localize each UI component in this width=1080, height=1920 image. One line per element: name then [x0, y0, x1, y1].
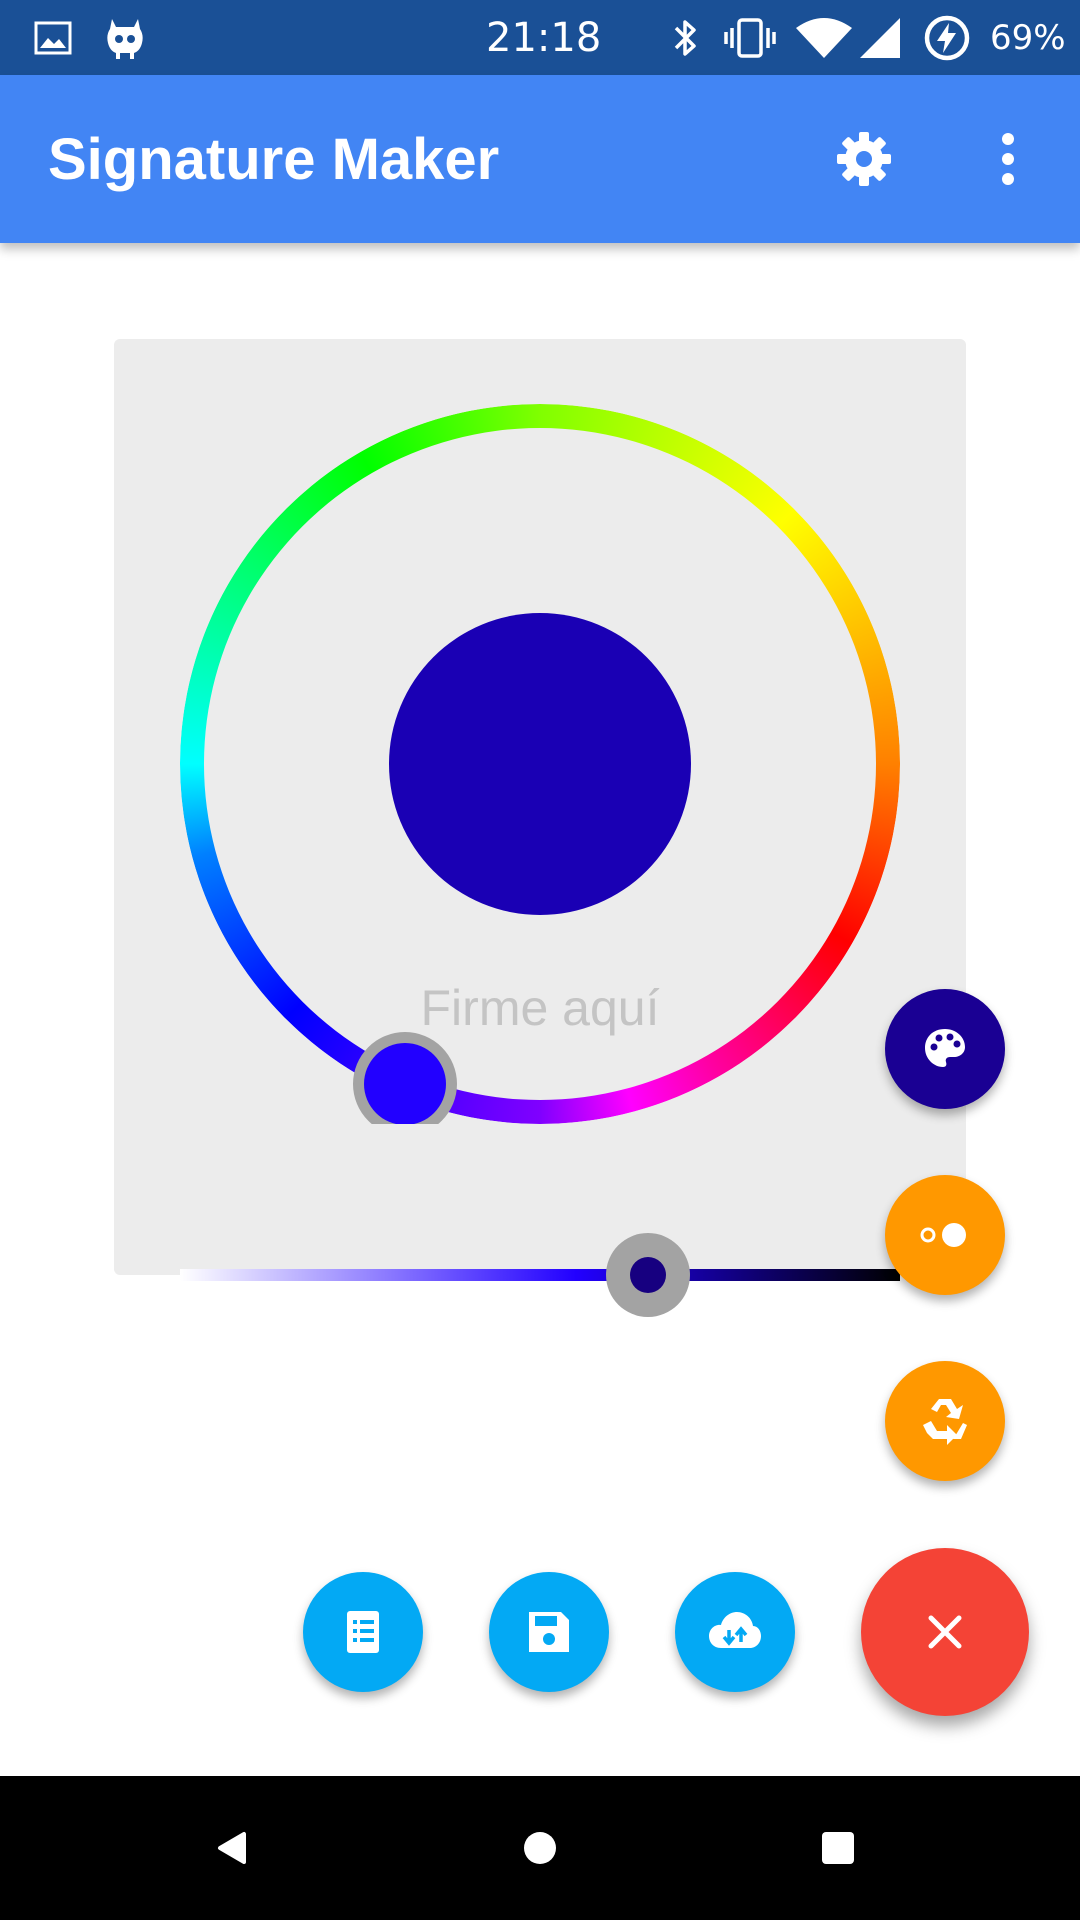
hue-handle[interactable] — [364, 1043, 446, 1124]
stroke-width-icon — [920, 1223, 966, 1247]
stroke-width-button[interactable] — [885, 1175, 1005, 1295]
cyanogen-mascot-icon — [104, 0, 146, 75]
battery-percent: 69% — [990, 17, 1066, 58]
status-clock: 21:18 — [486, 14, 602, 61]
app-title: Signature Maker — [48, 126, 500, 192]
overflow-menu-button[interactable] — [968, 119, 1048, 199]
recycle-icon — [923, 1399, 967, 1445]
save-icon — [529, 1612, 569, 1652]
value-slider-track — [180, 1269, 900, 1281]
gallery-icon — [34, 0, 72, 75]
more-vert-icon — [1002, 133, 1014, 185]
screen: 21:18 69% Signature Maker Firme aquí — [0, 0, 1080, 1920]
recycle-button[interactable] — [885, 1361, 1005, 1481]
signature-hint: Firme aquí — [420, 980, 660, 1036]
settings-icon — [837, 132, 891, 186]
cloud-sync-button[interactable] — [675, 1572, 795, 1692]
vibrate-icon — [722, 0, 778, 75]
palette-icon — [925, 1029, 965, 1067]
app-bar: Signature Maker — [0, 75, 1080, 243]
settings-button[interactable] — [824, 119, 904, 199]
recents-icon — [822, 1832, 854, 1864]
value-slider[interactable] — [180, 1229, 900, 1321]
cell-signal-icon — [858, 0, 902, 75]
checklist-icon — [347, 1611, 379, 1653]
battery-charging-icon — [922, 0, 972, 75]
palette-button[interactable] — [885, 989, 1005, 1109]
home-icon — [524, 1832, 556, 1864]
value-handle[interactable] — [630, 1257, 666, 1293]
home-button[interactable] — [504, 1812, 576, 1884]
close-menu-button[interactable] — [861, 1548, 1029, 1716]
checklist-button[interactable] — [303, 1572, 423, 1692]
status-bar: 21:18 69% — [0, 0, 1080, 75]
bluetooth-icon — [670, 0, 702, 75]
wifi-icon — [794, 0, 854, 75]
back-button[interactable] — [198, 1812, 270, 1884]
navigation-bar — [0, 1776, 1080, 1920]
recents-button[interactable] — [802, 1812, 874, 1884]
back-icon — [218, 1832, 246, 1864]
cloud-sync-icon — [709, 1612, 761, 1648]
save-button[interactable] — [489, 1572, 609, 1692]
color-picker-panel: Firme aquí — [114, 339, 966, 1317]
selected-color-preview — [389, 613, 691, 915]
close-icon — [928, 1615, 962, 1649]
